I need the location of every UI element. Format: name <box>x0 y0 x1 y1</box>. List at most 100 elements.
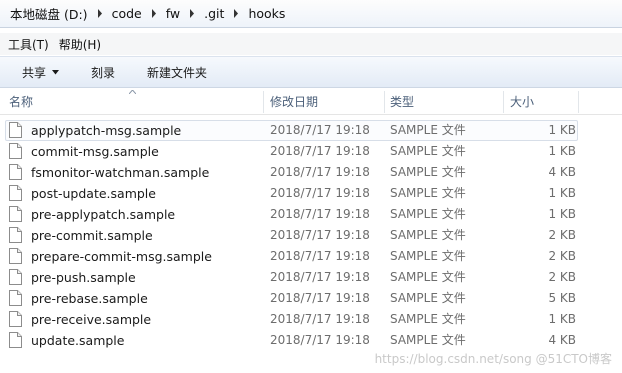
new-folder-button-label: 新建文件夹 <box>147 65 208 80</box>
file-row[interactable]: update.sample 2018/7/17 19:18 SAMPLE 文件 … <box>0 330 622 351</box>
file-icon <box>9 311 22 327</box>
file-icon <box>9 185 22 201</box>
file-row[interactable]: applypatch-msg.sample 2018/7/17 19:18 SA… <box>0 120 622 141</box>
file-type: SAMPLE 文件 <box>390 228 466 242</box>
file-icon <box>9 164 22 180</box>
watermark: https://blog.csdn.net/song @51CTO博客 <box>374 352 612 366</box>
file-row[interactable]: post-update.sample 2018/7/17 19:18 SAMPL… <box>0 183 622 204</box>
file-name: fsmonitor-watchman.sample <box>31 165 210 180</box>
file-type: SAMPLE 文件 <box>390 333 466 347</box>
breadcrumb-drive[interactable]: 本地磁盘 (D:) <box>7 4 91 23</box>
burn-button[interactable]: 刻录 <box>83 60 123 84</box>
file-name: post-update.sample <box>31 186 156 201</box>
file-type: SAMPLE 文件 <box>390 270 466 284</box>
file-icon <box>9 227 22 243</box>
chevron-down-icon <box>52 69 60 74</box>
share-button-label: 共享 <box>22 65 47 80</box>
file-name: prepare-commit-msg.sample <box>31 249 212 264</box>
file-icon <box>9 248 22 264</box>
file-type: SAMPLE 文件 <box>390 312 466 326</box>
burn-button-label: 刻录 <box>91 65 116 80</box>
file-date: 2018/7/17 19:18 <box>270 312 370 326</box>
file-date: 2018/7/17 19:18 <box>270 291 370 305</box>
column-date-header[interactable]: 修改日期 <box>270 89 318 115</box>
file-row[interactable]: pre-rebase.sample 2018/7/17 19:18 SAMPLE… <box>0 288 622 309</box>
file-type: SAMPLE 文件 <box>390 123 466 137</box>
breadcrumb-code[interactable]: code <box>109 6 145 21</box>
column-type-header[interactable]: 类型 <box>390 89 414 115</box>
share-button[interactable]: 共享 <box>14 60 67 84</box>
file-date: 2018/7/17 19:18 <box>270 249 370 263</box>
column-divider[interactable] <box>384 91 385 113</box>
file-date: 2018/7/17 19:18 <box>270 228 370 242</box>
file-size: 4 KB <box>548 333 576 347</box>
file-icon <box>9 143 22 159</box>
file-type: SAMPLE 文件 <box>390 291 466 305</box>
file-name: pre-commit.sample <box>31 228 153 243</box>
file-type: SAMPLE 文件 <box>390 249 466 263</box>
file-size: 1 KB <box>548 123 576 137</box>
file-list: applypatch-msg.sample 2018/7/17 19:18 SA… <box>0 120 622 351</box>
column-name-header[interactable]: 名称 <box>9 89 33 115</box>
file-size: 2 KB <box>548 270 576 284</box>
file-date: 2018/7/17 19:18 <box>270 144 370 158</box>
breadcrumb: 本地磁盘 (D:) code fw .git hooks <box>7 3 288 25</box>
file-date: 2018/7/17 19:18 <box>270 186 370 200</box>
file-row[interactable]: pre-commit.sample 2018/7/17 19:18 SAMPLE… <box>0 225 622 246</box>
file-type: SAMPLE 文件 <box>390 144 466 158</box>
file-icon <box>9 269 22 285</box>
breadcrumb-separator-icon[interactable] <box>183 3 201 25</box>
file-name: pre-rebase.sample <box>31 291 148 306</box>
file-size: 1 KB <box>548 207 576 221</box>
column-divider[interactable] <box>578 91 579 113</box>
file-row[interactable]: pre-applypatch.sample 2018/7/17 19:18 SA… <box>0 204 622 225</box>
file-size: 1 KB <box>548 186 576 200</box>
file-name: commit-msg.sample <box>31 144 159 159</box>
file-icon <box>9 206 22 222</box>
file-name: pre-receive.sample <box>31 312 152 327</box>
breadcrumb-git[interactable]: .git <box>201 6 227 21</box>
file-name: pre-push.sample <box>31 270 136 285</box>
explorer-window: 本地磁盘 (D:) code fw .git hooks 工具(T) 帮助(H) <box>0 0 622 373</box>
file-date: 2018/7/17 19:18 <box>270 333 370 347</box>
column-divider[interactable] <box>263 91 264 113</box>
command-toolbar: 共享 刻录 新建文件夹 <box>0 56 622 88</box>
file-row[interactable]: commit-msg.sample 2018/7/17 19:18 SAMPLE… <box>0 141 622 162</box>
file-row[interactable]: fsmonitor-watchman.sample 2018/7/17 19:1… <box>0 162 622 183</box>
file-row[interactable]: pre-receive.sample 2018/7/17 19:18 SAMPL… <box>0 309 622 330</box>
sort-ascending-icon <box>129 90 136 94</box>
address-bar[interactable]: 本地磁盘 (D:) code fw .git hooks <box>0 0 622 28</box>
file-date: 2018/7/17 19:18 <box>270 123 370 137</box>
menu-help[interactable]: 帮助(H) <box>57 36 109 53</box>
breadcrumb-hooks[interactable]: hooks <box>245 6 288 21</box>
file-size: 1 KB <box>548 144 576 158</box>
new-folder-button[interactable]: 新建文件夹 <box>139 60 215 84</box>
file-type: SAMPLE 文件 <box>390 186 466 200</box>
file-date: 2018/7/17 19:18 <box>270 270 370 284</box>
file-row[interactable]: prepare-commit-msg.sample 2018/7/17 19:1… <box>0 246 622 267</box>
file-icon <box>9 332 22 348</box>
file-name: applypatch-msg.sample <box>31 123 182 138</box>
file-size: 4 KB <box>548 165 576 179</box>
column-divider[interactable] <box>503 91 504 113</box>
file-icon <box>9 290 22 306</box>
file-type: SAMPLE 文件 <box>390 165 466 179</box>
breadcrumb-fw[interactable]: fw <box>163 6 183 21</box>
file-size: 2 KB <box>548 228 576 242</box>
file-date: 2018/7/17 19:18 <box>270 207 370 221</box>
column-header-bar: 名称 修改日期 类型 大小 <box>0 89 622 115</box>
file-size: 5 KB <box>548 291 576 305</box>
breadcrumb-separator-icon[interactable] <box>145 3 163 25</box>
column-size-header[interactable]: 大小 <box>510 89 534 115</box>
menu-bar: 工具(T) 帮助(H) <box>0 33 622 55</box>
breadcrumb-separator-icon[interactable] <box>91 3 109 25</box>
menu-tools[interactable]: 工具(T) <box>6 36 57 53</box>
breadcrumb-separator-icon[interactable] <box>227 3 245 25</box>
file-name: pre-applypatch.sample <box>31 207 176 222</box>
file-size: 2 KB <box>548 249 576 263</box>
file-row[interactable]: pre-push.sample 2018/7/17 19:18 SAMPLE 文… <box>0 267 622 288</box>
file-icon <box>9 122 22 138</box>
file-name: update.sample <box>31 333 125 348</box>
file-size: 1 KB <box>548 312 576 326</box>
file-date: 2018/7/17 19:18 <box>270 165 370 179</box>
